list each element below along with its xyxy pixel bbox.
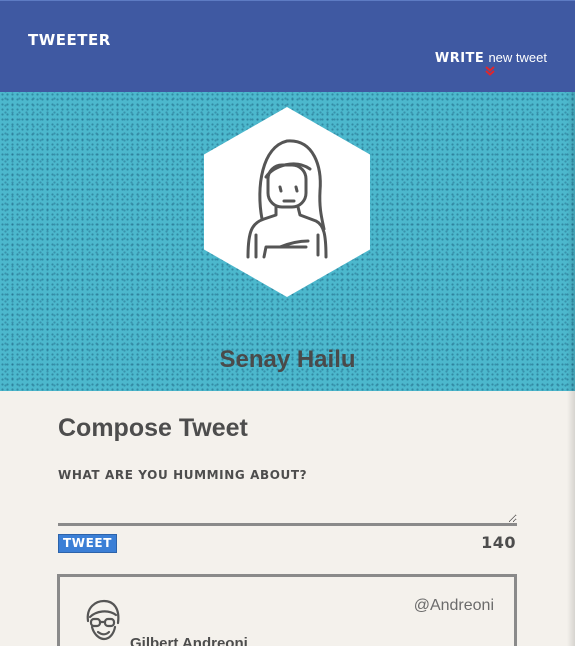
top-nav: TWEETER WRITE new tweet (0, 0, 575, 92)
tweet-author-name[interactable]: Gilbert Andreoni (130, 635, 248, 646)
brand-logo[interactable]: TWEETER (28, 31, 111, 49)
new-tweet-label: new tweet (488, 50, 547, 65)
write-label: WRITE (434, 51, 485, 66)
profile-avatar (204, 107, 370, 297)
write-new-tweet-toggle[interactable]: WRITE new tweet (435, 50, 547, 66)
tweet-submit-button[interactable]: TWEET (58, 534, 117, 553)
compose-title: Compose Tweet (58, 414, 248, 442)
user-avatar-icon (86, 599, 120, 641)
compose-prompt-label: WHAT ARE YOU HUMMING ABOUT? (58, 468, 308, 482)
tweet-handle[interactable]: @Andreoni (414, 597, 494, 615)
scroll-edge-shadow (567, 92, 575, 646)
char-counter: 140 (481, 533, 516, 552)
tweet-card: @Andreoni Gilbert Andreoni (57, 574, 517, 646)
profile-name: Senay Hailu (219, 346, 356, 373)
tweet-textarea[interactable] (58, 490, 517, 526)
double-chevron-down-icon[interactable] (483, 66, 497, 76)
